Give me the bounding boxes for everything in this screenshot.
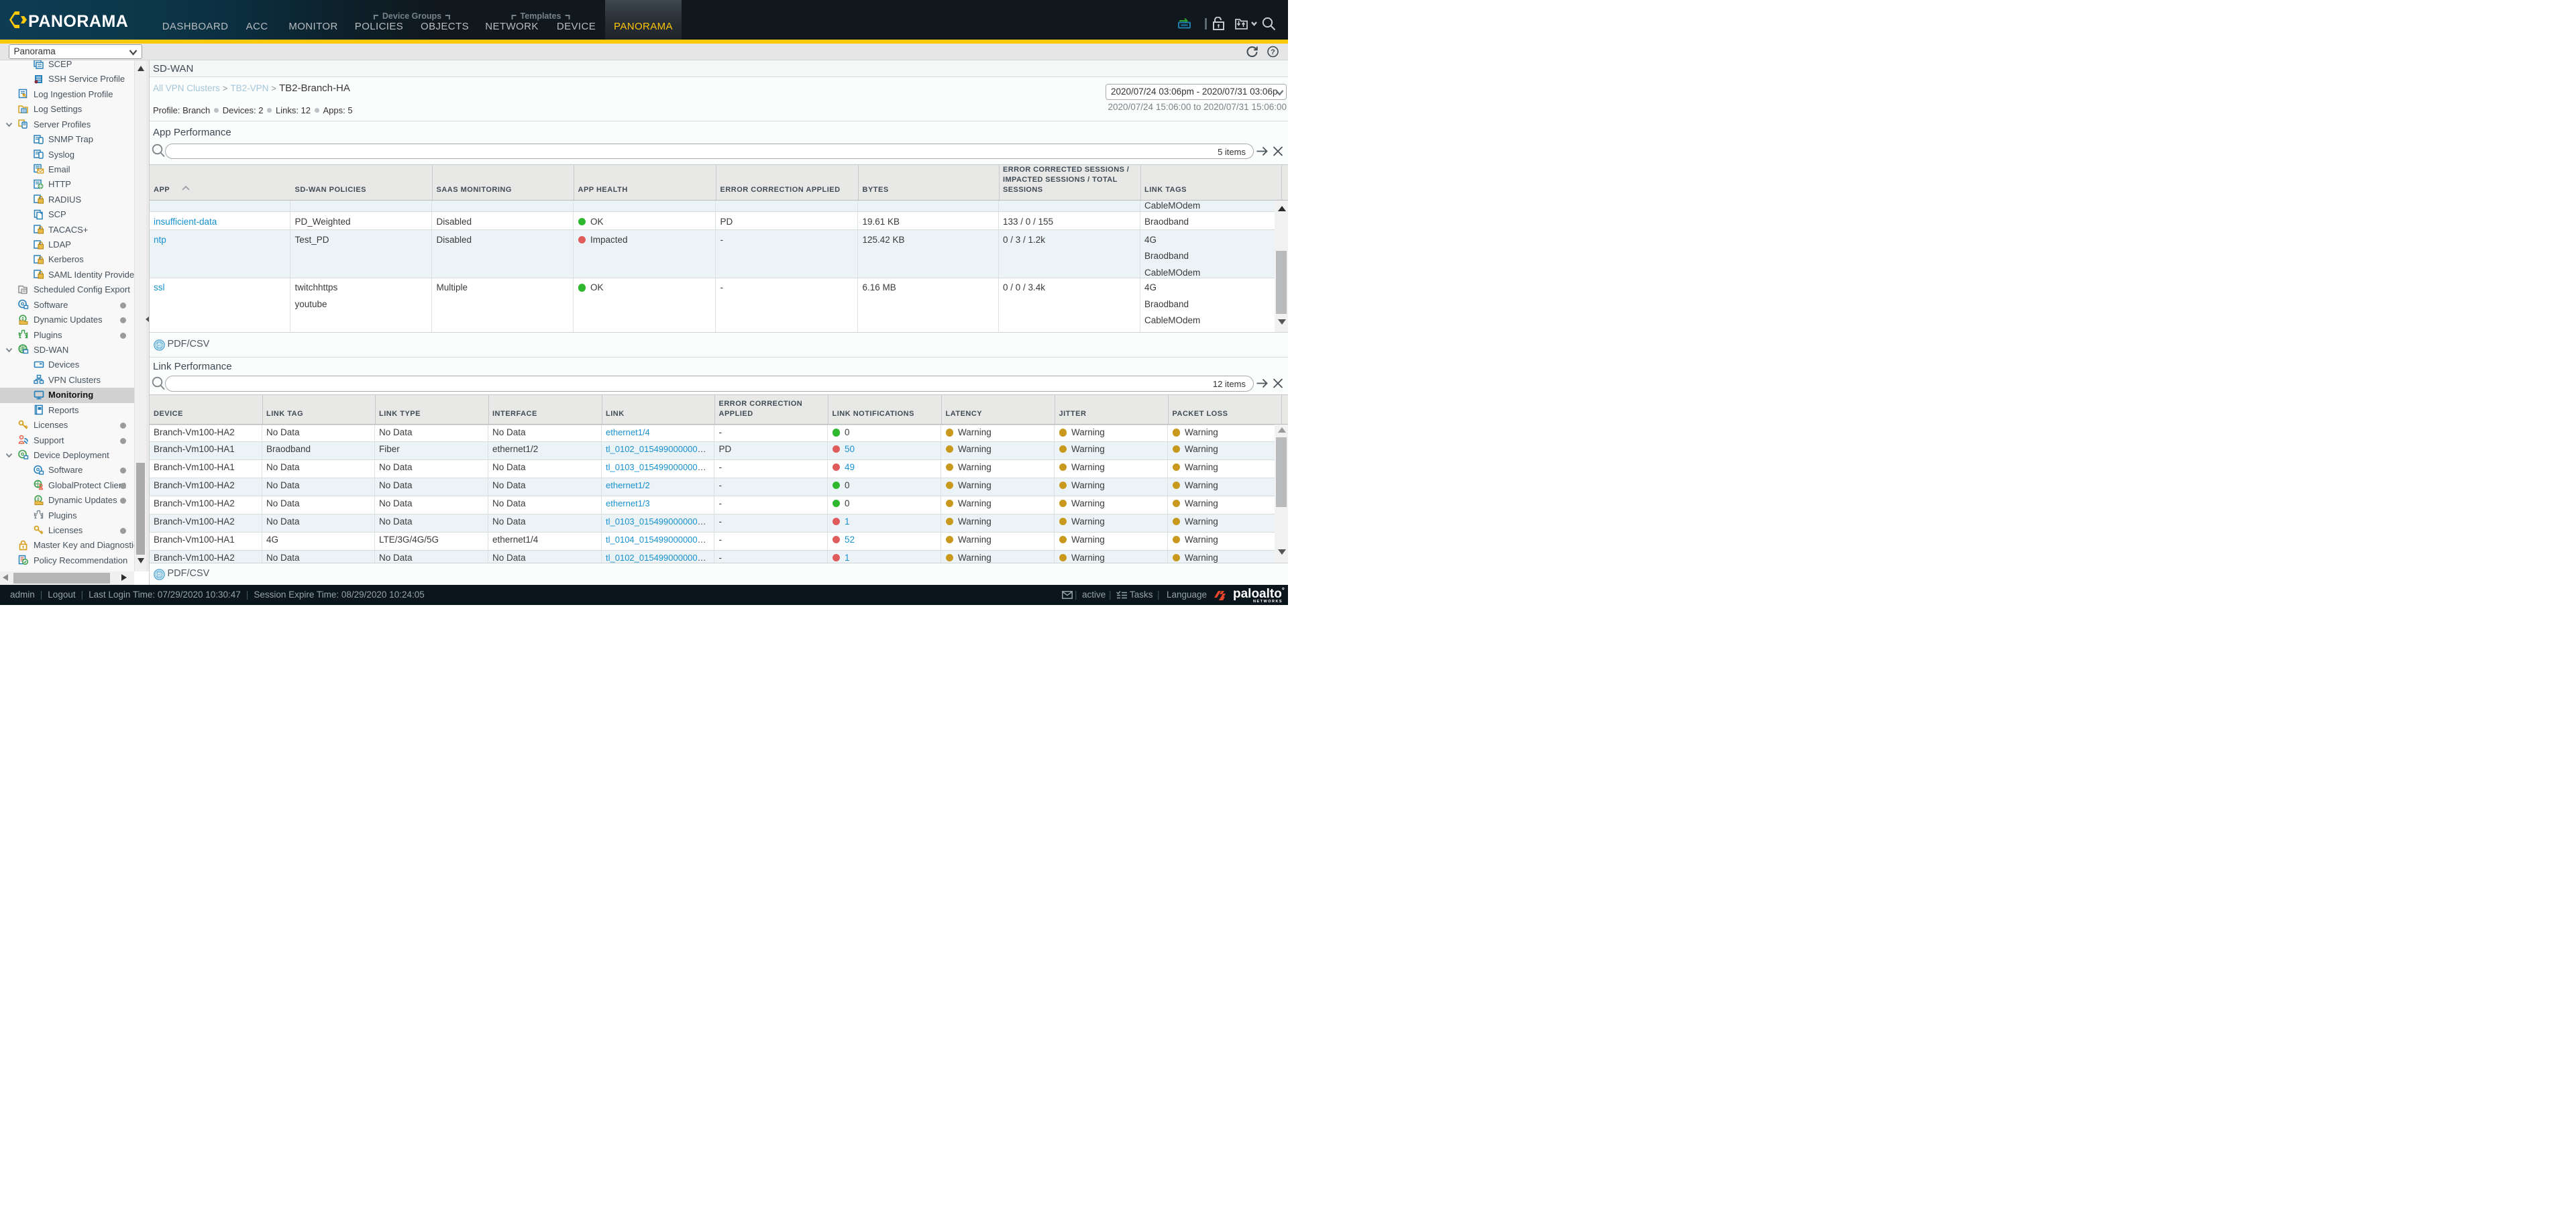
svg-text:?: ?	[1271, 48, 1275, 56]
